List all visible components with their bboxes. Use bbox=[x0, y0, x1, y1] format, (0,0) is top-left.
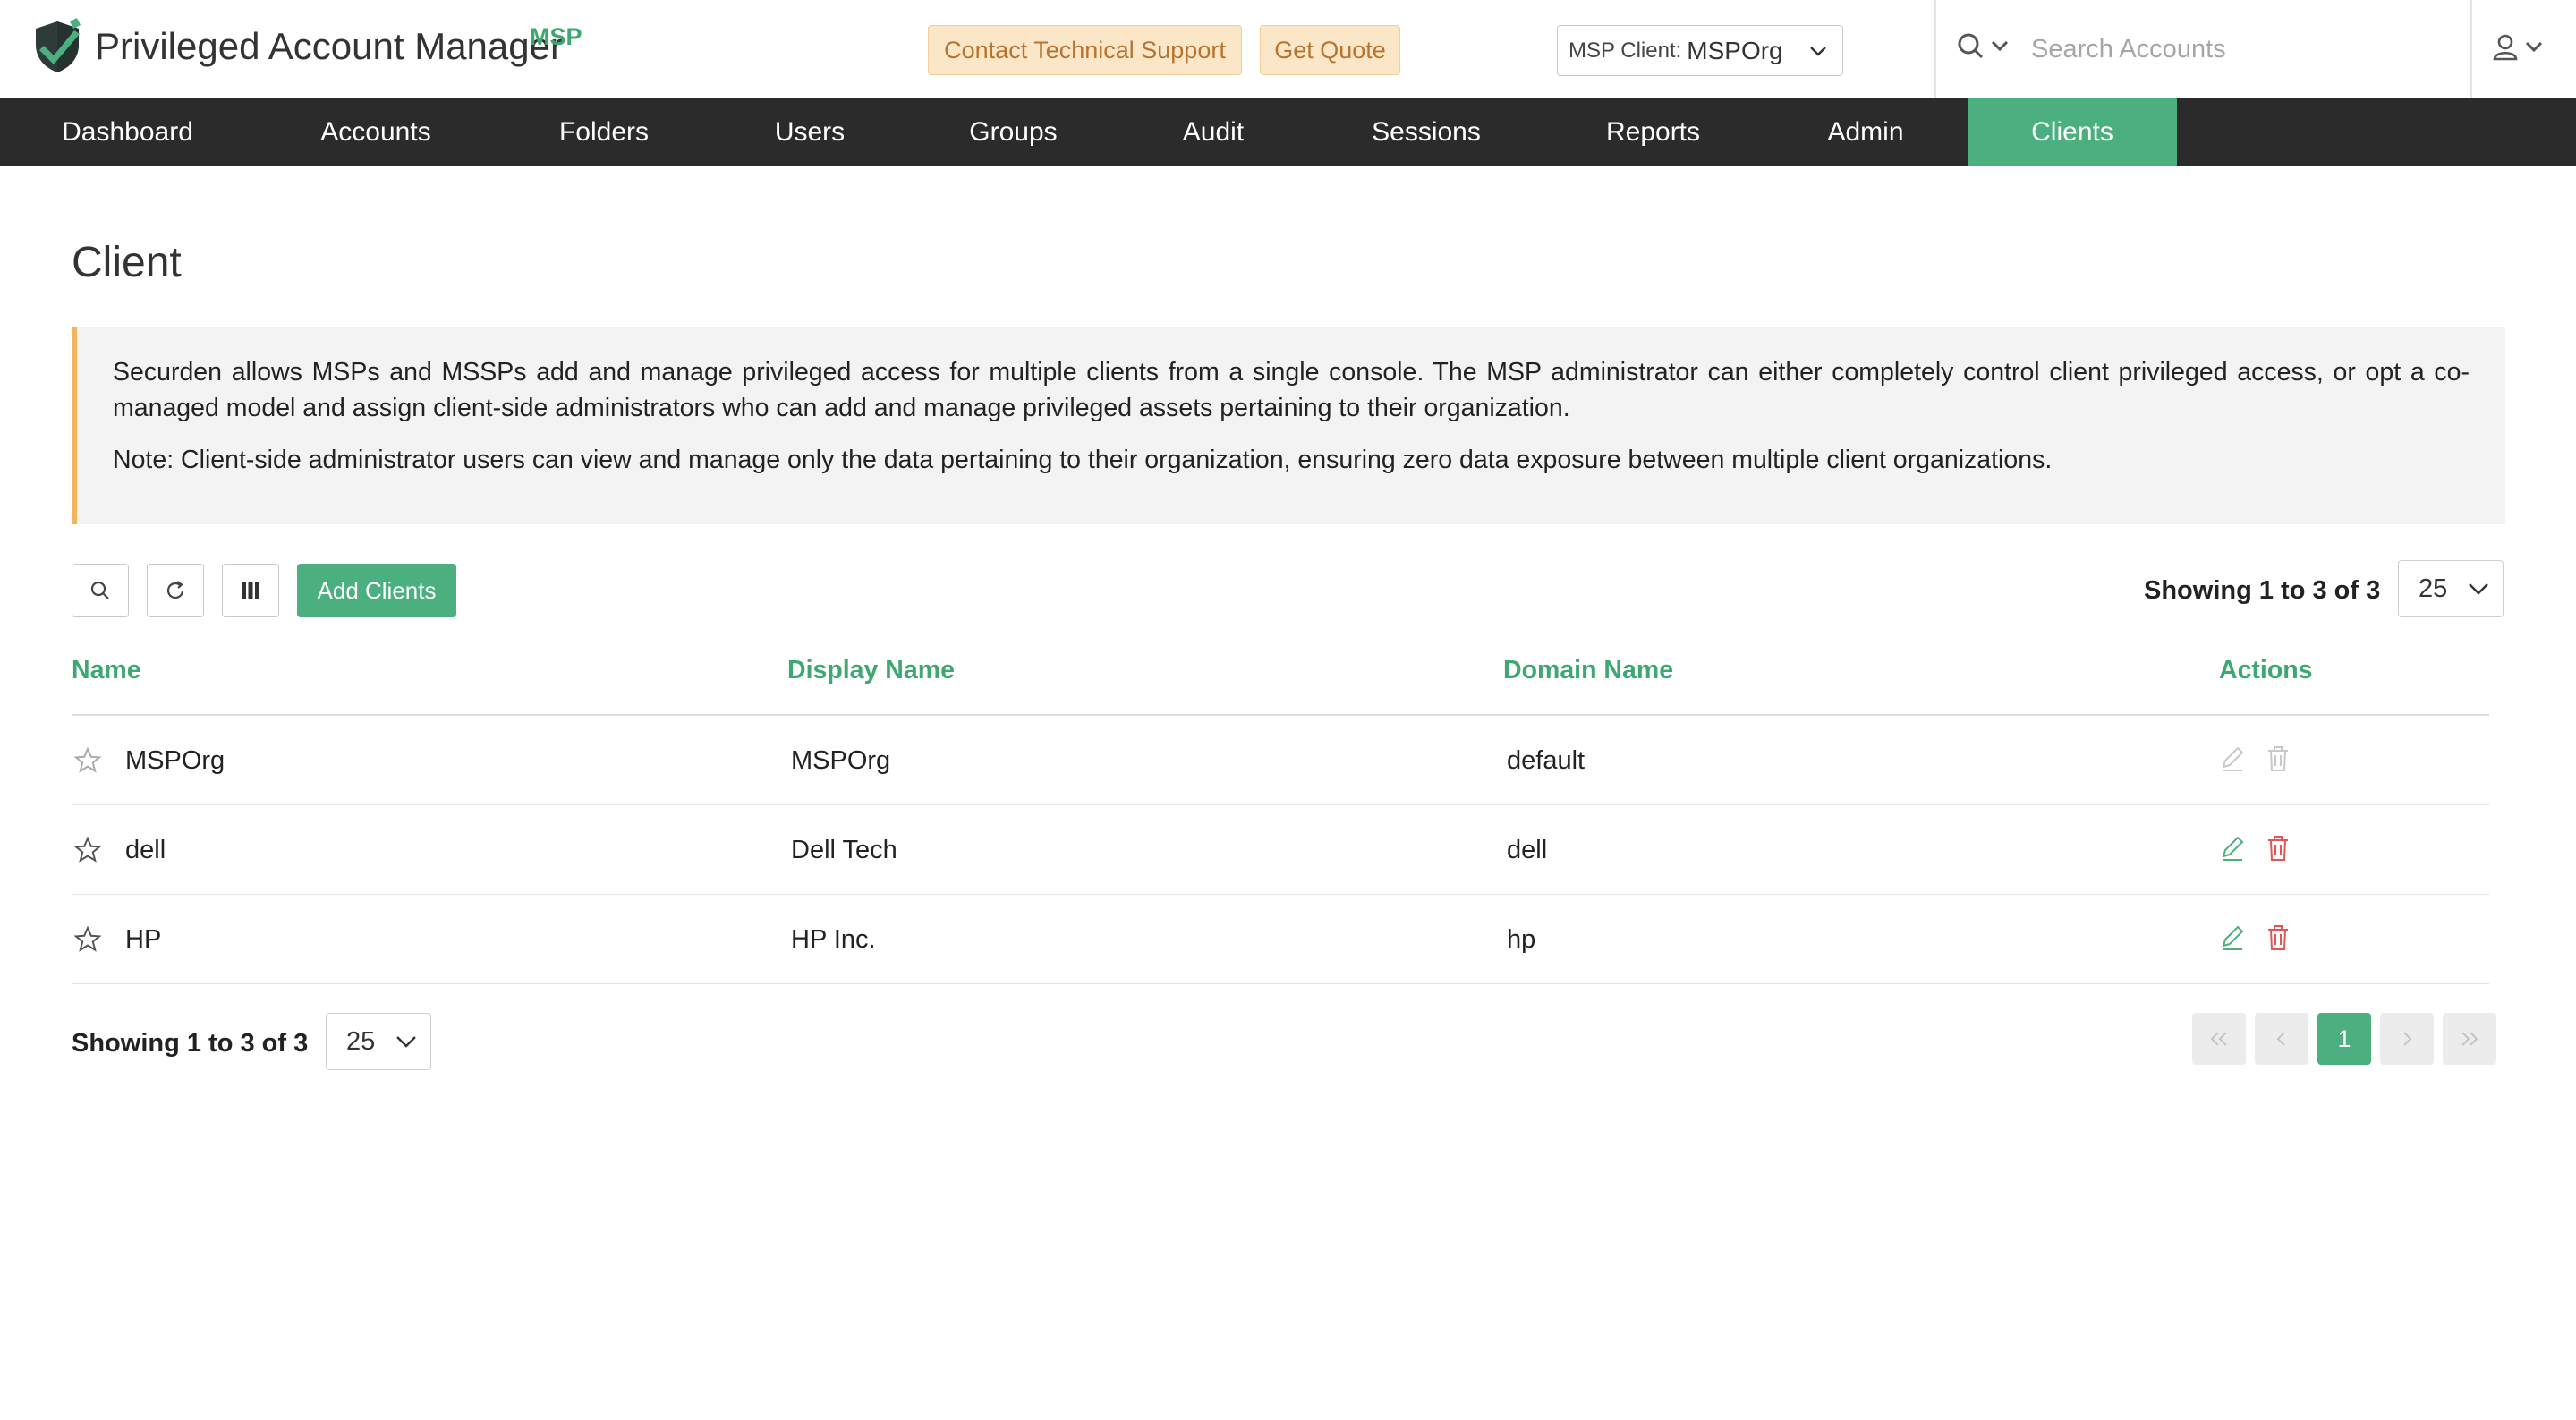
star-icon[interactable] bbox=[73, 925, 102, 954]
column-header-name[interactable]: Name bbox=[72, 656, 141, 685]
brand-badge: MSP bbox=[530, 23, 582, 50]
app-header: Privileged Account Manager MSP Contact T… bbox=[0, 0, 2576, 98]
showing-count-bottom: Showing 1 to 3 of 3 bbox=[72, 1029, 309, 1058]
refresh-icon bbox=[166, 581, 184, 599]
chevron-down-icon bbox=[2469, 583, 2488, 595]
table-row: HP HP Inc. hp bbox=[72, 895, 2489, 984]
search-icon bbox=[90, 581, 109, 599]
showing-count-top: Showing 1 to 3 of 3 bbox=[2144, 576, 2381, 605]
search-icon bbox=[1958, 33, 2009, 59]
columns-button[interactable] bbox=[222, 564, 279, 617]
get-quote-button[interactable]: Get Quote bbox=[1260, 25, 1400, 75]
header-divider bbox=[2470, 0, 2472, 98]
cell-display-name: MSPOrg bbox=[791, 745, 891, 775]
chevron-left-icon bbox=[2276, 1032, 2285, 1046]
last-page-button[interactable] bbox=[2443, 1013, 2496, 1065]
page-size-value: 25 bbox=[2419, 574, 2448, 603]
info-note: Note: Client-side administrator users ca… bbox=[113, 446, 2053, 474]
cell-domain-name: default bbox=[1507, 745, 1586, 775]
search-accounts-input[interactable] bbox=[2031, 27, 2452, 72]
columns-icon bbox=[242, 582, 259, 599]
nav-sessions[interactable]: Sessions bbox=[1351, 98, 1501, 166]
column-header-display-name[interactable]: Display Name bbox=[787, 656, 955, 685]
contact-support-button[interactable]: Contact Technical Support bbox=[928, 25, 1242, 75]
chevron-right-icon bbox=[2403, 1032, 2412, 1046]
user-menu[interactable] bbox=[2493, 32, 2555, 68]
add-clients-button[interactable]: Add Clients bbox=[297, 564, 456, 617]
table-row: dell Dell Tech dell bbox=[72, 805, 2489, 895]
nav-groups[interactable]: Groups bbox=[948, 98, 1078, 166]
page-button-current[interactable]: 1 bbox=[2317, 1013, 2371, 1065]
client-select-value: MSPOrg bbox=[1687, 36, 1783, 64]
first-page-button[interactable] bbox=[2192, 1013, 2246, 1065]
msp-client-select[interactable]: MSP Client: MSPOrg bbox=[1557, 25, 1843, 76]
page-size-select-bottom[interactable]: 25 bbox=[326, 1013, 431, 1070]
trash-icon[interactable] bbox=[2266, 834, 2291, 863]
shield-check-icon bbox=[36, 18, 81, 72]
info-banner: Securden allows MSPs and MSSPs add and m… bbox=[72, 327, 2505, 524]
cell-name: HP bbox=[125, 924, 162, 954]
trash-icon[interactable] bbox=[2266, 923, 2291, 952]
nav-accounts[interactable]: Accounts bbox=[286, 98, 465, 166]
cell-domain-name: dell bbox=[1507, 835, 1548, 864]
client-select-label: MSP Client: bbox=[1569, 38, 1682, 63]
page-size-value: 25 bbox=[346, 1026, 376, 1056]
nav-reports[interactable]: Reports bbox=[1593, 98, 1713, 166]
main-nav: Dashboard Accounts Folders Users Groups … bbox=[0, 98, 2576, 166]
cell-display-name: Dell Tech bbox=[791, 835, 897, 864]
prev-page-button[interactable] bbox=[2255, 1013, 2308, 1065]
pencil-icon[interactable] bbox=[2219, 923, 2246, 952]
info-text: Securden allows MSPs and MSSPs add and m… bbox=[113, 358, 2470, 422]
page-size-select-top[interactable]: 25 bbox=[2398, 560, 2504, 617]
trash-icon bbox=[2268, 746, 2288, 771]
user-icon bbox=[2493, 34, 2543, 61]
cell-name: dell bbox=[125, 835, 166, 864]
page-title: Client bbox=[72, 239, 182, 286]
header-divider bbox=[1934, 0, 1936, 98]
cell-display-name: HP Inc. bbox=[791, 924, 876, 954]
double-chevron-left-icon bbox=[2210, 1032, 2227, 1046]
refresh-button[interactable] bbox=[147, 564, 204, 617]
double-chevron-right-icon bbox=[2461, 1032, 2478, 1046]
cell-domain-name: hp bbox=[1507, 924, 1536, 954]
nav-clients[interactable]: Clients bbox=[1968, 98, 2177, 166]
next-page-button[interactable] bbox=[2380, 1013, 2434, 1065]
column-header-domain-name[interactable]: Domain Name bbox=[1503, 656, 1673, 685]
cell-name: MSPOrg bbox=[125, 745, 225, 775]
chevron-down-icon bbox=[396, 1036, 416, 1048]
nav-audit[interactable]: Audit bbox=[1163, 98, 1263, 166]
nav-dashboard[interactable]: Dashboard bbox=[36, 98, 219, 166]
star-icon[interactable] bbox=[73, 836, 102, 864]
search-scope-toggle[interactable] bbox=[1956, 32, 2015, 64]
star-icon[interactable] bbox=[73, 746, 102, 775]
pencil-icon[interactable] bbox=[2219, 834, 2246, 863]
column-header-actions: Actions bbox=[2219, 656, 2313, 684]
nav-folders[interactable]: Folders bbox=[537, 98, 671, 166]
pencil-icon bbox=[2222, 746, 2244, 771]
table-search-button[interactable] bbox=[72, 564, 129, 617]
table-row: MSPOrg MSPOrg default bbox=[72, 716, 2489, 805]
nav-users[interactable]: Users bbox=[752, 98, 868, 166]
nav-admin[interactable]: Admin bbox=[1807, 98, 1924, 166]
app-brand: Privileged Account Manager bbox=[95, 25, 563, 67]
chevron-down-icon bbox=[1810, 47, 1826, 56]
